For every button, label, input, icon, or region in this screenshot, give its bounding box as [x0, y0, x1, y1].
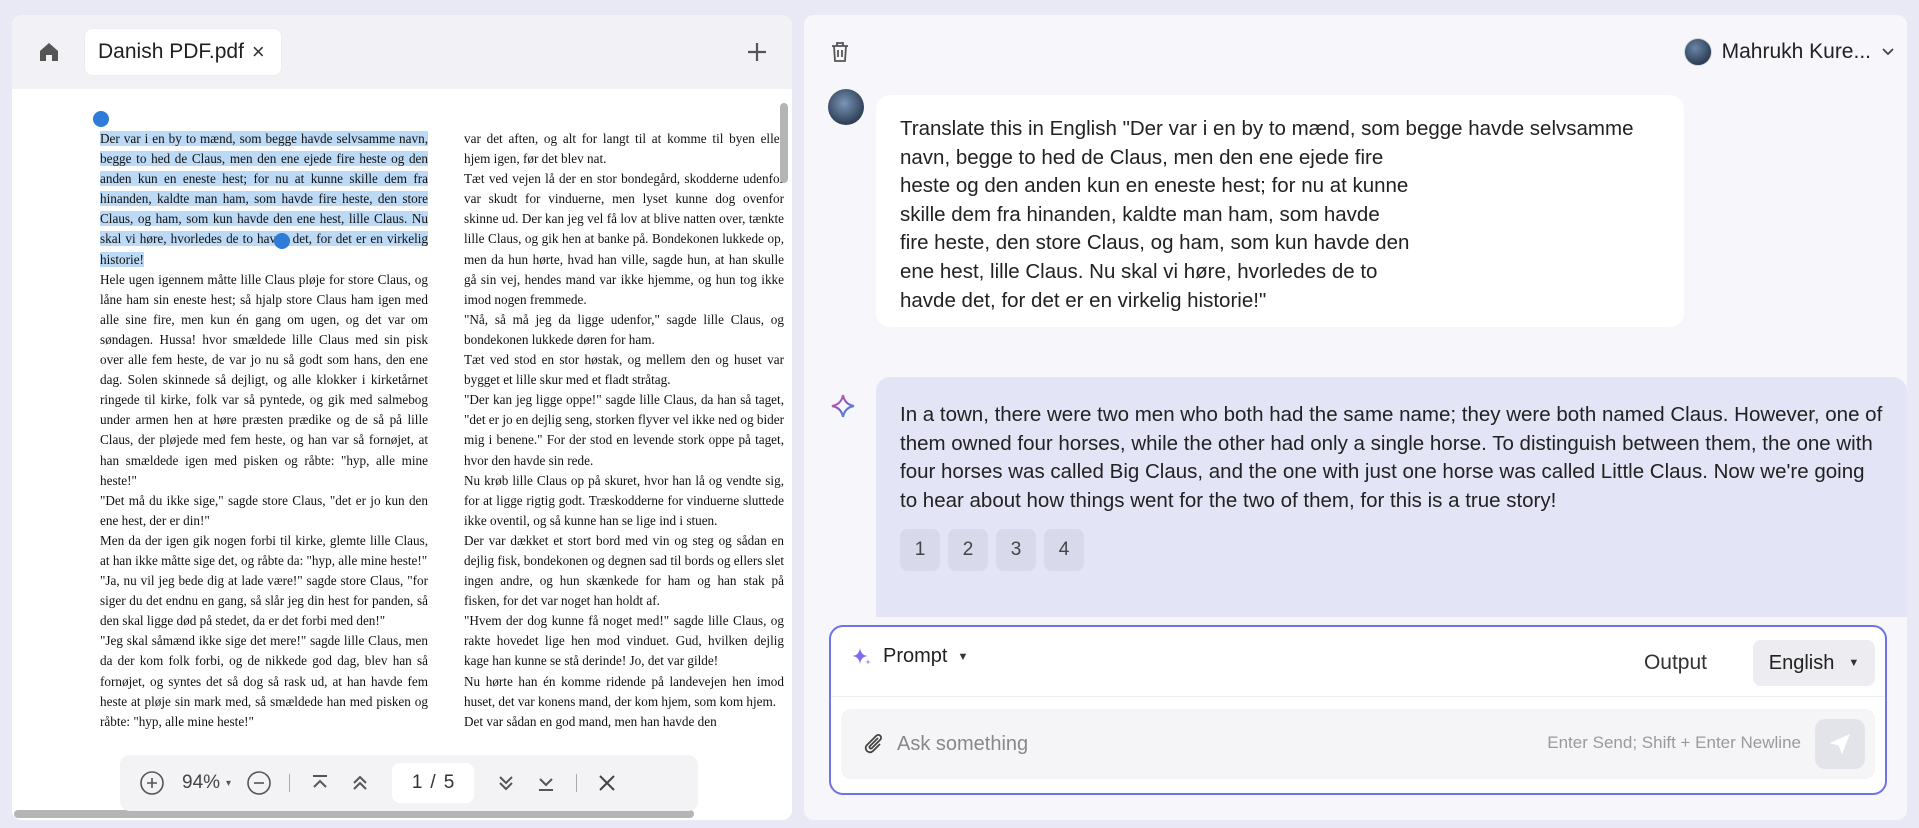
ai-response-text: In a town, there were two men who both h… [900, 403, 1883, 512]
avatar [1683, 38, 1712, 66]
current-page[interactable]: 1 [412, 772, 423, 794]
caret-down-icon: ▼ [957, 650, 969, 663]
close-icon [599, 775, 615, 791]
reference-button[interactable]: 2 [948, 529, 988, 572]
ask-input[interactable] [897, 721, 1497, 767]
home-icon [40, 43, 58, 61]
pdf-document-area[interactable]: Der var i en by to mænd, som begge havde… [12, 89, 792, 820]
zoom-in-icon [140, 771, 164, 795]
page-separator: / [430, 772, 436, 793]
pdf-paragraph: Tæt ved stod en stor høstak, og mellem d… [464, 352, 784, 388]
reference-button[interactable]: 3 [996, 529, 1036, 572]
toolbar-divider [576, 774, 578, 792]
pdf-paragraph: "Nå, så må jeg da ligge udenfor," sagde … [464, 311, 784, 347]
tab-danish-pdf[interactable]: Danish PDF.pdf × [84, 28, 282, 76]
pdf-paragraph: "Hvem der dog kunne få noget med!" sagde… [464, 613, 784, 669]
pdf-paragraph: "Jeg skal såmænd ikke sige det mere!" sa… [100, 631, 428, 731]
pdf-paragraph: Det var sådan en god mand, men han havde… [464, 713, 717, 729]
pdf-viewer-pane: Danish PDF.pdf × Der var i en by to mænd… [12, 15, 792, 820]
reference-button[interactable]: 1 [900, 529, 940, 572]
prompt-label: Prompt [883, 645, 948, 667]
sparkle-icon [852, 647, 871, 665]
selection-end-handle[interactable] [274, 233, 290, 249]
tab-close-button[interactable]: × [252, 41, 265, 63]
message-user-avatar [828, 89, 864, 125]
clear-chat-button[interactable] [826, 38, 854, 66]
paragraph-text: "Jeg skal såmænd ikke sige det mere!" sa… [100, 633, 428, 729]
pdf-paragraph: "Det må du ikke sige," sagde store Claus… [100, 491, 428, 531]
paperclip-icon [864, 734, 882, 754]
first-page-button[interactable] [300, 763, 340, 803]
pdf-paragraph: "Der kan jeg ligge oppe!" sagde lille Cl… [464, 392, 784, 468]
paragraph-text: Hele ugen igennem måtte lille Claus pløj… [100, 271, 428, 488]
page-indicator[interactable]: 1 / 5 [392, 763, 475, 803]
user-menu[interactable]: Mahrukh Kure... [1683, 35, 1895, 69]
ai-response: In a town, there were two men who both h… [876, 377, 1907, 617]
next-page-icon [499, 776, 513, 791]
paragraph-text: "Ja, nu vil jeg bede dig at lade være!" … [100, 573, 428, 629]
send-button[interactable] [1815, 719, 1865, 769]
zoom-level[interactable]: 94% [182, 772, 220, 794]
user-message-text: Translate this in English "Der var i en … [900, 117, 1634, 312]
pdf-paragraph: Nu hørte han én komme ridende på landeve… [464, 673, 784, 709]
reference-list: 1234 [900, 529, 1883, 572]
chevron-down-icon [1882, 48, 1894, 56]
next-page-button[interactable] [486, 763, 526, 803]
pdf-right-column: var det aften, og alt for langt til at k… [464, 129, 784, 732]
paragraph-text: "Det må du ikke sige," sagde store Claus… [100, 492, 428, 528]
chat-header: Mahrukh Kure... [804, 15, 1907, 89]
pdf-toolbar: 94% ▾ 1 / 5 [120, 755, 698, 811]
pdf-paragraph: Nu krøb lille Claus op på skuret, hvor h… [464, 472, 784, 528]
pdf-paragraph: Hele ugen igennem måtte lille Claus pløj… [100, 270, 428, 491]
prompt-selector[interactable]: Prompt ▼ [851, 645, 968, 668]
last-page-icon [539, 778, 554, 791]
composer-input-row: Enter Send; Shift + Enter Newline [841, 709, 1875, 779]
chat-pane: Mahrukh Kure... Translate this in Englis… [804, 15, 1907, 820]
trash-icon [832, 42, 848, 62]
zoom-out-button[interactable] [239, 763, 279, 803]
pdf-page: Der var i en by to mænd, som begge havde… [12, 89, 784, 820]
pdf-paragraph: var det aften, og alt for langt til at k… [464, 131, 784, 167]
caret-down-icon: ▼ [1848, 657, 1860, 669]
language-label: English [1768, 651, 1835, 674]
user-name: Mahrukh Kure... [1721, 40, 1871, 63]
chat-composer: Prompt ▼ Output English ▼ Enter Send; Sh… [829, 625, 1887, 795]
plus-icon [748, 43, 766, 61]
previous-page-button[interactable] [340, 763, 380, 803]
paragraph-text: Men da der igen gik nogen forbi til kirk… [100, 532, 428, 568]
zoom-in-button[interactable] [132, 763, 172, 803]
previous-page-icon [353, 775, 367, 790]
zoom-dropdown-icon[interactable]: ▾ [226, 778, 231, 789]
user-message: Translate this in English "Der var i en … [876, 95, 1684, 327]
zoom-out-icon [247, 771, 271, 795]
vertical-scrollbar[interactable] [780, 103, 788, 183]
tab-label: Danish PDF.pdf [98, 40, 244, 63]
pdf-paragraph: Der var i en by to mænd, som begge havde… [100, 129, 428, 270]
pdf-left-column: Der var i en by to mænd, som begge havde… [100, 129, 428, 732]
pdf-paragraph: "Ja, nu vil jeg bede dig at lade være!" … [100, 571, 428, 631]
pdf-paragraph: Tæt ved vejen lå der en stor bondegård, … [464, 171, 784, 307]
pdf-paragraph: Men da der igen gik nogen forbi til kirk… [100, 531, 428, 571]
last-page-button[interactable] [526, 763, 566, 803]
pdf-paragraph: Der var dækket et stort bord med vin og … [464, 532, 784, 609]
total-pages: 5 [443, 772, 455, 793]
ai-sparkle-icon [831, 394, 855, 418]
selected-text: Der var i en by to mænd, som begge havde… [100, 131, 428, 267]
output-language-select[interactable]: English ▼ [1753, 640, 1875, 686]
selection-start-handle[interactable] [93, 111, 109, 127]
output-label: Output [1643, 651, 1707, 674]
attach-button[interactable] [859, 729, 889, 759]
horizontal-scrollbar[interactable] [14, 810, 694, 818]
pdf-tab-bar: Danish PDF.pdf × [12, 15, 792, 89]
add-tab-button[interactable] [742, 37, 772, 67]
first-page-icon [313, 775, 328, 788]
keyboard-hint: Enter Send; Shift + Enter Newline [1547, 733, 1801, 752]
home-button[interactable] [34, 37, 64, 67]
toolbar-divider [289, 774, 291, 792]
reference-button[interactable]: 4 [1044, 529, 1084, 572]
close-toolbar-button[interactable] [587, 763, 627, 803]
send-icon [1829, 734, 1850, 755]
composer-options: Prompt ▼ Output English ▼ [831, 627, 1885, 697]
